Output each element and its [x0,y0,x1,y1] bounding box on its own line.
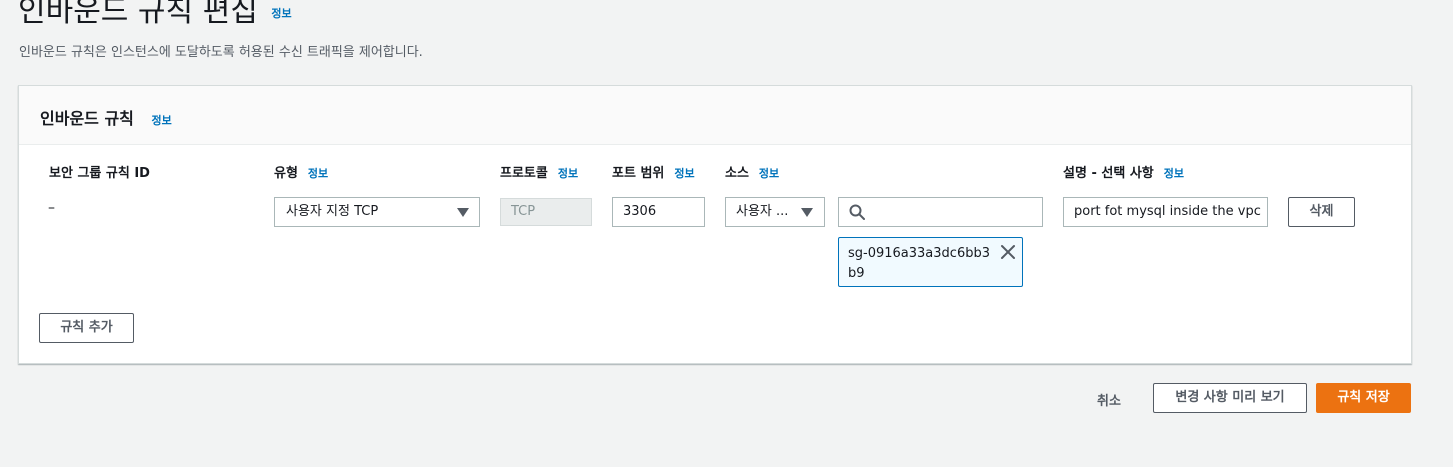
column-header-source: 소스 정보 [725,162,779,181]
protocol-field: TCP [500,198,592,226]
add-rule-button[interactable]: 규칙 추가 [39,313,134,343]
port-range-input[interactable]: 3306 [612,197,705,227]
description-info-link[interactable]: 정보 [1164,167,1184,180]
close-icon[interactable] [1000,244,1016,260]
source-search-input[interactable] [838,197,1043,227]
column-header-source-label: 소스 [725,166,749,181]
page-title-text: 인바운드 규칙 편집 [18,0,258,29]
panel-title: 인바운드 규칙 정보 [40,105,172,129]
column-header-rule-id-label: 보안 그룹 규칙 ID [49,166,150,181]
source-token: sg-0916a33a3dc6bb3b9 [838,237,1023,287]
column-header-description-label: 설명 - 선택 사항 [1063,166,1154,181]
column-header-description: 설명 - 선택 사항 정보 [1063,162,1184,181]
save-rules-button[interactable]: 규칙 저장 [1316,383,1411,413]
preview-changes-button[interactable]: 변경 사항 미리 보기 [1153,383,1307,413]
source-type-value: 사용자 ... [736,204,789,219]
panel-info-link[interactable]: 정보 [151,114,171,127]
cancel-button[interactable]: 취소 [1097,390,1121,409]
description-input[interactable]: port fot mysql inside the vpc [1063,197,1268,227]
protocol-info-link[interactable]: 정보 [558,167,578,180]
page-title: 인바운드 규칙 편집 정보 [18,0,292,30]
page-info-link[interactable]: 정보 [271,7,291,20]
column-header-port-range-label: 포트 범위 [612,166,665,181]
source-type-select[interactable]: 사용자 ... [725,197,825,227]
delete-rule-button[interactable]: 삭제 [1288,197,1355,227]
port-range-info-link[interactable]: 정보 [674,167,694,180]
type-select[interactable]: 사용자 지정 TCP [274,197,480,227]
panel-title-text: 인바운드 규칙 [40,109,134,128]
source-info-link[interactable]: 정보 [759,167,779,180]
type-select-value: 사용자 지정 TCP [286,204,379,219]
source-token-label: sg-0916a33a3dc6bb3b9 [848,246,990,281]
rule-id-value: – [48,200,55,216]
column-header-protocol-label: 프로토콜 [500,166,548,181]
column-header-protocol: 프로토콜 정보 [500,162,578,181]
panel-header: 인바운드 규칙 정보 [19,86,1411,145]
search-icon [849,204,865,220]
page-description: 인바운드 규칙은 인스턴스에 도달하도록 허용된 수신 트래픽을 제어합니다. [19,45,423,60]
column-header-type: 유형 정보 [274,162,328,181]
column-header-port-range: 포트 범위 정보 [612,162,695,181]
column-header-type-label: 유형 [274,166,298,181]
caret-down-icon [457,208,469,217]
type-info-link[interactable]: 정보 [308,167,328,180]
caret-down-icon [801,208,813,217]
column-header-rule-id: 보안 그룹 규칙 ID [49,162,150,181]
